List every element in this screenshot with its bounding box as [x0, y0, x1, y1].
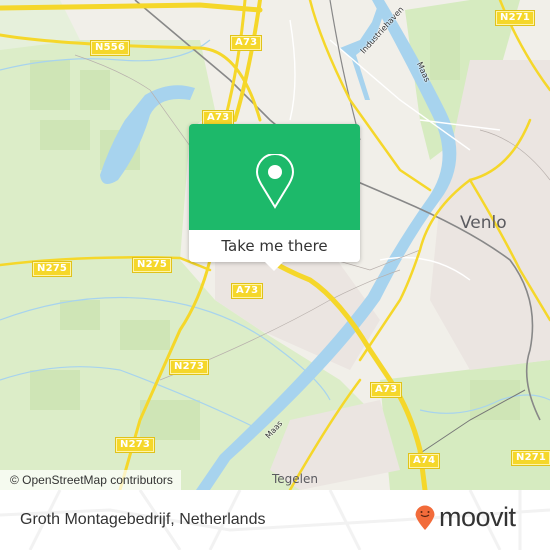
road-label-n556: N556: [91, 41, 130, 55]
take-me-there-label: Take me there: [221, 237, 328, 255]
popup-header[interactable]: [189, 124, 360, 230]
location-title: Groth Montagebedrijf, Netherlands: [20, 511, 266, 528]
road-label-a74: A74: [409, 454, 440, 468]
road-label-n275-mid: N275: [133, 258, 172, 272]
road-label-n273-mid: N273: [170, 360, 209, 374]
road-label-n275-left: N275: [33, 262, 72, 276]
popup-pointer: [265, 262, 283, 271]
green-area-east: [380, 360, 550, 490]
road-label-a73-mid: A73: [232, 284, 263, 298]
road-label-n273-low: N273: [116, 438, 155, 452]
footer: Groth Montagebedrijf, Netherlands moovit: [0, 490, 550, 550]
road-label-n271: N271: [496, 11, 535, 25]
map-pin-icon: [255, 154, 295, 209]
road-label-n271-low: N271: [512, 451, 550, 465]
take-me-there-button[interactable]: Take me there: [189, 230, 360, 262]
map[interactable]: N556 A73 A73 N271 N275 N275 A73 N273 A73…: [0, 0, 550, 490]
map-attribution[interactable]: © OpenStreetMap contributors: [0, 470, 181, 490]
location-popup[interactable]: Take me there: [189, 124, 360, 271]
road-label-a73-upper: A73: [203, 111, 234, 125]
place-label-venlo: Venlo: [460, 213, 507, 233]
moovit-brand-text: moovit: [439, 502, 516, 532]
moovit-logo[interactable]: moovit: [414, 502, 516, 532]
road-label-a73-top: A73: [231, 36, 262, 50]
road-label-a73-lower: A73: [371, 383, 402, 397]
place-label-tegelen: Tegelen: [272, 472, 318, 486]
moovit-pin-logo-icon: [415, 505, 435, 530]
